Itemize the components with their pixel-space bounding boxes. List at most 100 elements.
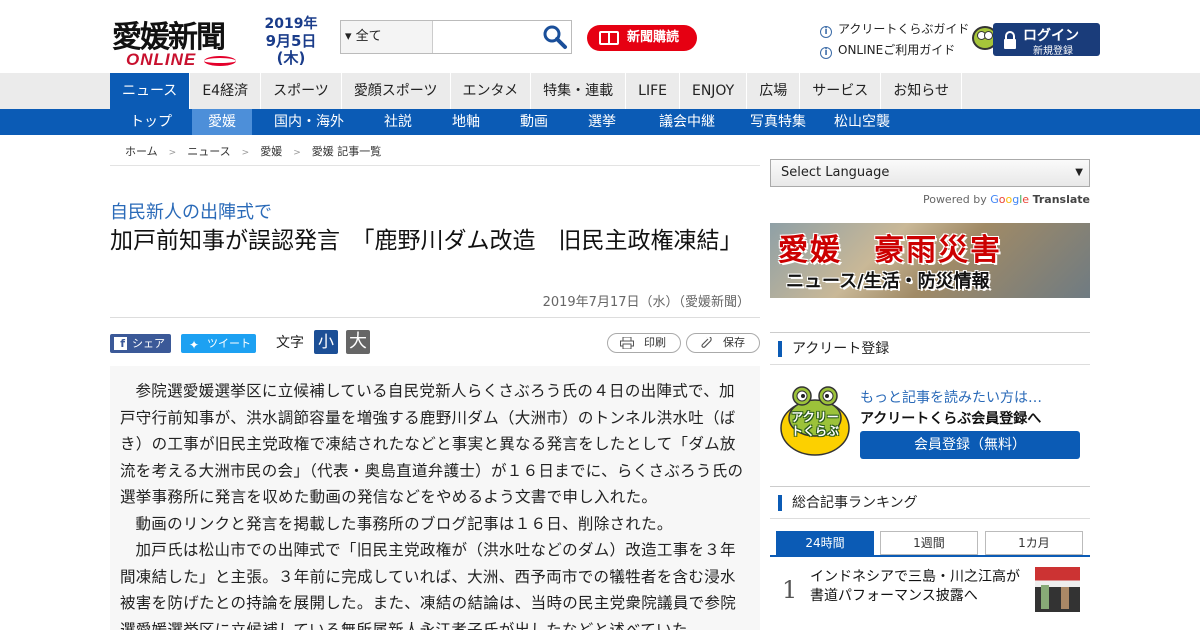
- breadcrumb-sep: >: [293, 148, 301, 158]
- acurite-section-heading: アクリート登録: [770, 332, 1090, 365]
- search-input[interactable]: [434, 21, 539, 53]
- facebook-share-label: シェア: [132, 337, 165, 350]
- paperclip-icon: [701, 337, 712, 348]
- dropdown-arrow-icon: ▼: [1075, 167, 1083, 178]
- date-year: 2019年: [264, 16, 318, 32]
- language-select[interactable]: Select Language ▼: [770, 159, 1090, 187]
- disaster-news-banner[interactable]: 愛媛 豪雨災害 ニュース/生活・防災情報: [770, 223, 1090, 298]
- nav-item-0[interactable]: ニュース: [110, 73, 191, 109]
- promo-text[interactable]: もっと記事を読みたい方は…: [860, 387, 1042, 407]
- print-button[interactable]: 印刷: [607, 333, 681, 353]
- twitter-bird-icon: ✦: [189, 338, 200, 352]
- login-button[interactable]: ログイン 新規登録: [993, 23, 1100, 57]
- nav-item-10[interactable]: お知らせ: [881, 73, 962, 109]
- search-button[interactable]: [541, 23, 569, 51]
- lock-icon: [1004, 31, 1016, 49]
- save-button[interactable]: 保存: [686, 333, 760, 353]
- nav-item-9[interactable]: サービス: [800, 73, 882, 109]
- subnav-item-1[interactable]: 愛媛: [192, 109, 252, 135]
- facebook-share-button[interactable]: f シェア: [110, 334, 171, 353]
- book-icon: [599, 31, 619, 45]
- site-header: 愛媛新聞 ONLINE 2019年 9月5日(木) ▾ 全て 新聞購読 i アクリ…: [0, 0, 1200, 73]
- font-size-large-button[interactable]: 大: [346, 330, 370, 354]
- breadcrumb: ホーム > ニュース > 愛媛 > 愛媛 記事一覧: [110, 140, 760, 166]
- acurite-guide-label: アクリートくらぶガイド: [838, 22, 970, 36]
- article-subtitle: 自民新人の出陣式で: [110, 202, 272, 223]
- ranking-item-title[interactable]: インドネシアで三島・川之江高が書道パフォーマンス披露へ: [810, 568, 1030, 606]
- article-paragraph: 動画のリンクと発言を掲載した事務所のブログ記事は１６日、削除された。: [135, 514, 673, 533]
- subnav-item-2[interactable]: 国内・海外: [252, 109, 366, 135]
- search-icon: [543, 25, 567, 49]
- divider: [110, 317, 760, 318]
- save-label: 保存: [723, 336, 745, 349]
- subnav-item-6[interactable]: 選挙: [566, 109, 638, 135]
- nav-item-1[interactable]: E4経済: [190, 73, 262, 109]
- logo-sub: ONLINE: [126, 50, 197, 69]
- sub-nav-list: トップ 愛媛 国内・海外 社説 地軸 動画 選挙 議会中継 写真特集 松山空襲: [110, 109, 904, 135]
- subnav-item-8[interactable]: 写真特集: [736, 109, 820, 135]
- twitter-share-button[interactable]: ✦ ツイート: [181, 334, 256, 353]
- breadcrumb-news[interactable]: ニュース: [187, 145, 230, 158]
- main-nav-list: ニュース E4経済 スポーツ 愛顔スポーツ エンタメ 特集・連載 LIFE ENJOY 広場 サー…: [110, 73, 962, 109]
- search-box: ▾ 全て: [340, 20, 572, 54]
- google-logo: Google: [990, 193, 1030, 206]
- font-size-small-button[interactable]: 小: [314, 330, 338, 354]
- google-translate-credit: Powered by Google Translate: [770, 193, 1090, 206]
- ranking-tab-month[interactable]: 1カ月: [985, 531, 1083, 555]
- mascot-text: アクリートくらぶ: [790, 410, 839, 438]
- acurite-guide-link[interactable]: i アクリートくらぶガイド: [820, 20, 969, 38]
- article-body: 参院選愛媛選挙区に立候補している自民党新人らくさぶろう氏の４日の出陣式で、加戸守…: [110, 366, 760, 630]
- font-size-label: 文字: [276, 335, 304, 351]
- site-logo[interactable]: 愛媛新聞 ONLINE: [112, 12, 242, 69]
- online-guide-link[interactable]: i ONLINEご利用ガイド: [820, 41, 955, 59]
- print-label: 印刷: [644, 336, 666, 349]
- breadcrumb-ehime[interactable]: 愛媛: [260, 145, 282, 158]
- subnav-item-5[interactable]: 動画: [502, 109, 566, 135]
- powered-by-label: Powered by: [922, 193, 987, 206]
- subnav-item-7[interactable]: 議会中継: [638, 109, 736, 135]
- nav-item-7[interactable]: ENJOY: [680, 73, 748, 109]
- article-paragraph: 参院選愛媛選挙区に立候補している自民党新人らくさぶろう氏の４日の出陣式で、加戸守…: [120, 382, 744, 506]
- ranking-section-heading: 総合記事ランキング: [770, 486, 1090, 519]
- facebook-icon: f: [114, 337, 127, 350]
- info-icon: i: [820, 47, 832, 59]
- breadcrumb-sep: >: [241, 148, 250, 158]
- main-nav: ニュース E4経済 スポーツ 愛顔スポーツ エンタメ 特集・連載 LIFE ENJOY 広場 サー…: [0, 73, 1200, 109]
- online-guide-label: ONLINEご利用ガイド: [838, 43, 956, 57]
- article-paragraph: 加戸氏は松山市での出陣式で「旧民主党政権が（洪水吐などのダム）改造工事を３年間凍…: [120, 541, 737, 630]
- breadcrumb-home[interactable]: ホーム: [125, 145, 158, 158]
- nav-item-4[interactable]: エンタメ: [451, 73, 532, 109]
- subnav-item-9[interactable]: 松山空襲: [820, 109, 904, 135]
- ranking-number: 1: [782, 576, 798, 604]
- breadcrumb-sep: >: [168, 148, 177, 158]
- subscribe-button[interactable]: 新聞購読: [587, 25, 697, 51]
- today-date: 2019年 9月5日(木): [252, 16, 330, 67]
- ranking-tab-24h[interactable]: 24時間: [776, 531, 874, 555]
- ranking-item-thumbnail[interactable]: [1035, 567, 1080, 612]
- article-date: 2019年7月17日（水）（愛媛新聞）: [542, 295, 750, 310]
- ranking-divider: [770, 555, 1090, 557]
- date-day: 9月5日(木): [265, 32, 317, 67]
- search-scope-select[interactable]: ▾ 全て: [341, 21, 433, 53]
- nav-item-6[interactable]: LIFE: [626, 73, 680, 109]
- banner-subtitle: ニュース/生活・防災情報: [786, 271, 990, 292]
- printer-icon: [620, 337, 634, 349]
- register-label: 新規登録: [1033, 46, 1073, 57]
- nav-item-5[interactable]: 特集・連載: [531, 73, 627, 109]
- promo-subtext[interactable]: アクリートくらぶ会員登録へ: [860, 408, 1041, 428]
- banner-title: 愛媛 豪雨災害: [778, 233, 1002, 268]
- ranking-tab-week[interactable]: 1週間: [880, 531, 978, 555]
- subnav-item-0[interactable]: トップ: [110, 109, 192, 135]
- subnav-item-3[interactable]: 社説: [366, 109, 430, 135]
- article-title: 加戸前知事が誤認発言 「鹿野川ダム改造 旧民主政権凍結」: [110, 228, 743, 254]
- info-icon: i: [820, 26, 832, 38]
- logo-swoosh-icon: [204, 56, 236, 66]
- breadcrumb-current[interactable]: 愛媛 記事一覧: [312, 145, 382, 158]
- subnav-item-4[interactable]: 地軸: [430, 109, 502, 135]
- language-select-value: Select Language: [781, 165, 890, 180]
- member-register-button[interactable]: 会員登録（無料）: [860, 431, 1080, 459]
- nav-item-2[interactable]: スポーツ: [261, 73, 342, 109]
- acurite-frog-mascot[interactable]: アクリートくらぶ: [778, 384, 852, 458]
- nav-item-3[interactable]: 愛顔スポーツ: [342, 73, 451, 109]
- nav-item-8[interactable]: 広場: [747, 73, 801, 109]
